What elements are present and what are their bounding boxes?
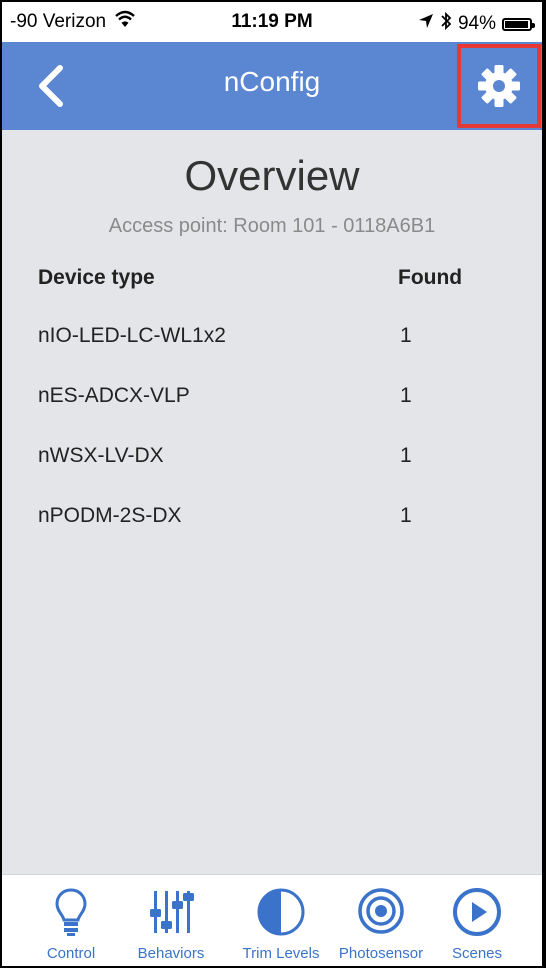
app-frame: -90 Verizon 11:19 PM 94% nConfig Overvie… — [2, 2, 542, 966]
found-cell: 1 — [400, 504, 412, 527]
gear-icon — [478, 65, 520, 107]
device-type-cell: nES-ADCX-VLP — [38, 384, 190, 407]
tab-photosensor[interactable]: Photosensor — [336, 875, 426, 966]
device-type-cell: nPODM-2S-DX — [38, 504, 182, 527]
bluetooth-icon — [440, 11, 452, 37]
found-cell: 1 — [400, 324, 412, 347]
table-row: nWSX-LV-DX 1 — [38, 444, 508, 504]
device-table: Device type Found nIO-LED-LC-WL1x2 1 nES… — [38, 266, 508, 564]
status-right: 94% — [418, 11, 535, 37]
location-icon — [418, 13, 434, 35]
header-device-type: Device type — [38, 266, 155, 289]
tab-control[interactable]: Control — [26, 875, 116, 966]
battery-percent: 94% — [457, 13, 496, 34]
found-cell: 1 — [400, 384, 412, 407]
device-type-cell: nWSX-LV-DX — [38, 444, 164, 467]
status-bar: -90 Verizon 11:19 PM 94% — [2, 2, 542, 42]
header-found: Found — [398, 266, 463, 289]
tab-bar: Control Behaviors Trim Levels Photosenso… — [2, 874, 542, 966]
table-row: nES-ADCX-VLP 1 — [38, 384, 508, 444]
page-title: Overview — [184, 152, 360, 199]
tab-label: Photosensor — [338, 945, 424, 962]
tab-behaviors[interactable]: Behaviors — [126, 875, 216, 966]
tab-trim-levels[interactable]: Trim Levels — [236, 875, 326, 966]
tab-label: Scenes — [451, 945, 503, 962]
tab-scenes[interactable]: Scenes — [432, 875, 522, 966]
device-type-cell: nIO-LED-LC-WL1x2 — [38, 324, 226, 347]
tab-label: Behaviors — [137, 945, 205, 962]
tab-label: Control — [46, 945, 96, 962]
found-cell: 1 — [400, 444, 412, 467]
lightbulb-icon — [54, 887, 88, 942]
battery-icon — [502, 17, 535, 31]
table-header: Device type Found — [38, 266, 508, 324]
half-circle-icon — [256, 887, 306, 942]
access-point-label: Access point: Room 101 - 0118A6B1 — [108, 215, 436, 237]
settings-button[interactable] — [457, 44, 541, 128]
play-circle-icon — [452, 887, 502, 942]
nav-bar: nConfig — [2, 42, 542, 130]
table-row: nIO-LED-LC-WL1x2 1 — [38, 324, 508, 384]
sliders-icon — [148, 887, 194, 942]
table-row: nPODM-2S-DX 1 — [38, 504, 508, 564]
concentric-circles-icon — [357, 887, 405, 940]
tab-label: Trim Levels — [242, 945, 320, 962]
